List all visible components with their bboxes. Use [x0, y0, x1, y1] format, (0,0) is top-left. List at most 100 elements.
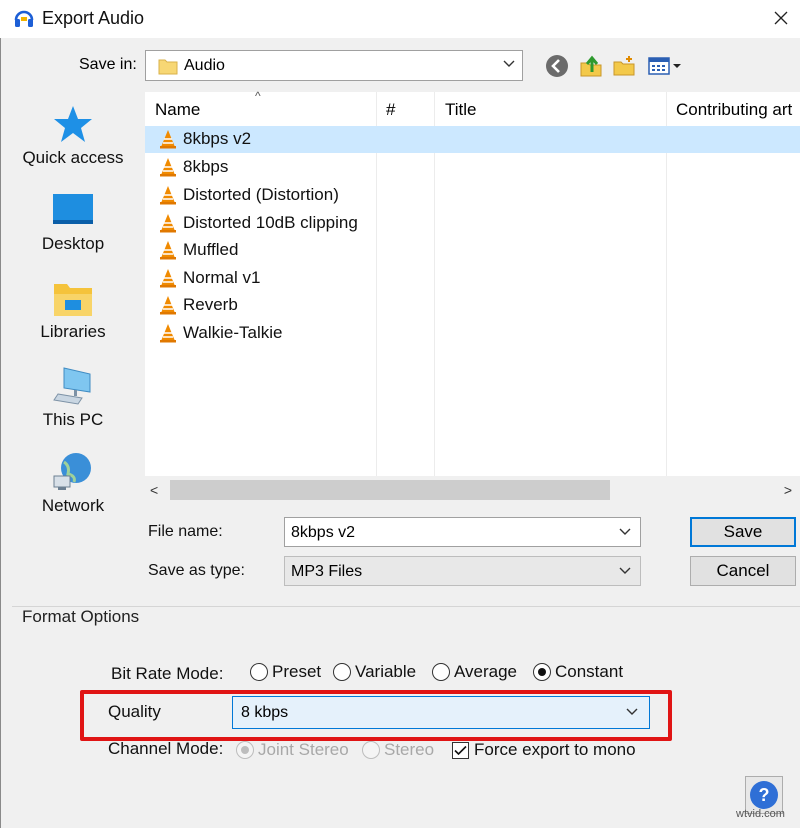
channel-mode-label: Channel Mode:: [108, 739, 224, 758]
place-label: Libraries: [40, 322, 106, 341]
radio-stereo[interactable]: Stereo: [362, 740, 434, 760]
file-row[interactable]: 8kbps v2: [145, 126, 800, 153]
place-label: Desktop: [41, 234, 105, 253]
radio-label: Constant: [555, 662, 624, 681]
vlc-file-icon: [160, 296, 176, 315]
vlc-file-icon: [160, 130, 176, 149]
network-icon: [53, 453, 91, 490]
radio-button[interactable]: [362, 741, 380, 759]
vlc-file-icon: [160, 158, 176, 177]
radio-preset[interactable]: Preset: [250, 662, 321, 682]
radio-button[interactable]: [333, 663, 351, 681]
title-bar: Export Audio: [0, 0, 800, 38]
help-glyph: ?: [759, 785, 770, 805]
file-name-input[interactable]: 8kbps v2: [284, 517, 641, 547]
file-name: Muffled: [183, 240, 239, 259]
radio-label: Average: [454, 662, 518, 681]
back-icon: [546, 55, 568, 77]
view-menu-icon: [648, 57, 681, 75]
column-header-contributing-artists[interactable]: Contributing art: [676, 92, 792, 126]
vlc-file-icon: [160, 241, 176, 260]
new-folder-icon: [613, 56, 635, 76]
file-row[interactable]: Reverb: [145, 292, 800, 319]
radio-label: Stereo: [384, 740, 435, 759]
column-header-name[interactable]: Name: [155, 92, 200, 126]
watermark: wtvid.com: [736, 808, 785, 820]
vlc-file-icon: [160, 186, 176, 205]
checkbox-box[interactable]: [452, 741, 469, 759]
file-name: Distorted 10dB clipping: [183, 213, 358, 232]
column-header-number[interactable]: #: [386, 92, 395, 126]
file-row[interactable]: Distorted (Distortion): [145, 182, 800, 209]
file-row[interactable]: 8kbps: [145, 154, 800, 181]
place-label: Network: [41, 496, 105, 515]
scroll-left-icon[interactable]: <: [150, 482, 158, 498]
view-menu-button[interactable]: [645, 53, 685, 79]
save-in-label: Save in:: [79, 56, 137, 73]
column-header-title[interactable]: Title: [445, 92, 477, 126]
quick-access-icon: [54, 106, 92, 142]
force-mono-label: Force export to mono: [474, 740, 636, 759]
libraries-icon: [54, 284, 92, 316]
up-folder-icon: [580, 55, 602, 77]
format-options-title: Format Options: [20, 607, 142, 627]
horizontal-scrollbar[interactable]: < >: [145, 476, 800, 504]
save-as-type-dropdown[interactable]: MP3 Files: [284, 556, 641, 586]
file-name: 8kbps v2: [183, 129, 252, 148]
sort-ascending-icon: ^: [255, 89, 261, 103]
radio-button[interactable]: [533, 663, 551, 681]
place-desktop[interactable]: Desktop: [8, 192, 138, 254]
file-row[interactable]: Walkie-Talkie: [145, 320, 800, 347]
radio-label: Joint Stereo: [258, 740, 349, 759]
save-button[interactable]: Save: [690, 517, 796, 547]
scrollbar-thumb[interactable]: [170, 480, 610, 500]
bit-rate-mode-label: Bit Rate Mode:: [111, 664, 224, 683]
file-name-value: 8kbps v2: [291, 524, 356, 541]
scroll-right-icon[interactable]: >: [784, 482, 792, 498]
cancel-button[interactable]: Cancel: [690, 556, 796, 586]
radio-variable[interactable]: Variable: [333, 662, 416, 682]
window-title: Export Audio: [42, 8, 145, 28]
radio-label: Preset: [272, 662, 322, 681]
save-in-value: Audio: [184, 57, 225, 74]
place-label: Quick access: [22, 148, 124, 167]
file-row[interactable]: Muffled: [145, 237, 800, 264]
file-name: 8kbps: [183, 157, 229, 176]
place-quick-access[interactable]: Quick access: [8, 104, 138, 168]
file-name: Walkie-Talkie: [183, 323, 283, 342]
force-mono-checkbox[interactable]: Force export to mono: [452, 740, 636, 760]
file-list[interactable]: ^ Name # Title Contributing art 8kbps v2…: [145, 89, 800, 476]
vlc-file-icon: [160, 324, 176, 343]
up-folder-button[interactable]: [577, 53, 605, 79]
chevron-down-icon[interactable]: [618, 527, 632, 537]
places-bar: Quick access Desktop Libraries This PC N…: [0, 92, 143, 532]
close-button[interactable]: [764, 2, 798, 34]
desktop-icon: [53, 194, 93, 224]
place-label: This PC: [42, 410, 104, 429]
file-row[interactable]: Normal v1: [145, 265, 800, 292]
chevron-down-icon: [503, 60, 515, 67]
radio-button[interactable]: [250, 663, 268, 681]
radio-button[interactable]: [432, 663, 450, 681]
folder-icon: [158, 59, 178, 75]
checkmark-icon: [454, 745, 467, 755]
new-folder-button[interactable]: [610, 53, 638, 79]
save-as-type-value: MP3 Files: [291, 563, 363, 580]
save-in-dropdown[interactable]: Audio: [145, 50, 523, 81]
radio-joint-stereo[interactable]: Joint Stereo: [236, 740, 349, 760]
back-button[interactable]: [543, 53, 571, 79]
save-as-type-label: Save as type:: [148, 562, 245, 579]
vlc-file-icon: [160, 269, 176, 288]
file-row[interactable]: Distorted 10dB clipping: [145, 210, 800, 237]
radio-button[interactable]: [236, 741, 254, 759]
audacity-app-icon: [14, 10, 34, 27]
file-name: Reverb: [183, 295, 238, 314]
close-icon: [774, 11, 788, 25]
highlight-annotation: [80, 690, 672, 741]
radio-label: Variable: [355, 662, 417, 681]
place-libraries[interactable]: Libraries: [8, 278, 138, 342]
place-this-pc[interactable]: This PC: [8, 364, 138, 430]
radio-constant[interactable]: Constant: [533, 662, 623, 682]
place-network[interactable]: Network: [8, 450, 138, 516]
radio-average[interactable]: Average: [432, 662, 517, 682]
